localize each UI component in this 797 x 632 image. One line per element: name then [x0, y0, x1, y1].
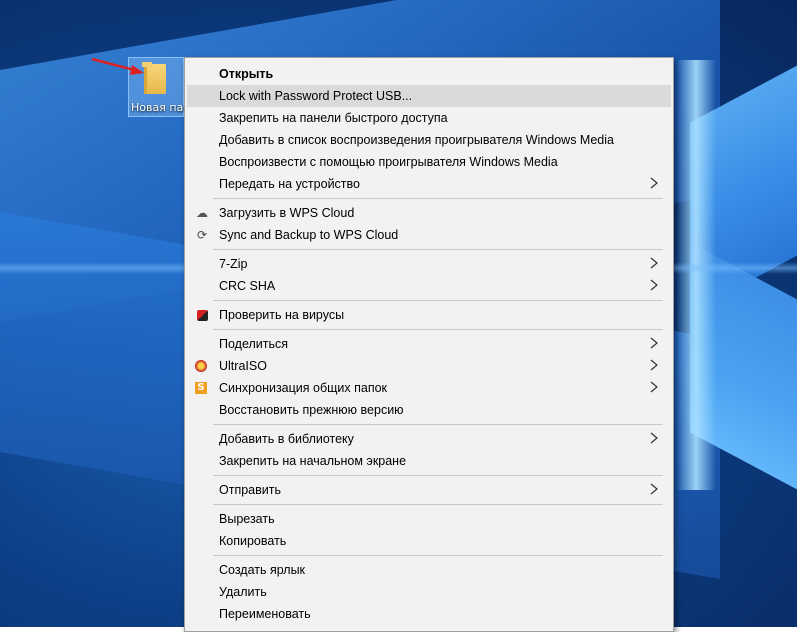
menu-item-create-shortcut[interactable]: Создать ярлык — [187, 559, 671, 581]
antivirus-icon — [197, 310, 208, 321]
menu-item-label: Добавить в библиотеку — [219, 432, 354, 446]
menu-item-cast-to-device[interactable]: Передать на устройство — [187, 173, 671, 195]
shared-sync-icon: S — [195, 382, 207, 394]
menu-item-share[interactable]: Поделиться — [187, 333, 671, 355]
ultraiso-icon — [195, 360, 207, 372]
menu-separator — [213, 504, 663, 505]
menu-item-label: Открыть — [219, 67, 274, 81]
chevron-right-icon — [650, 257, 658, 269]
menu-item-pin-to-start[interactable]: Закрепить на начальном экране — [187, 450, 671, 472]
menu-separator — [213, 300, 663, 301]
menu-item-copy[interactable]: Копировать — [187, 530, 671, 552]
menu-item-crc-sha[interactable]: CRC SHA — [187, 275, 671, 297]
menu-item-play-with-wmp[interactable]: Воспроизвести с помощью проигрывателя Wi… — [187, 151, 671, 173]
menu-item-label: Sync and Backup to WPS Cloud — [219, 228, 399, 242]
menu-item-label: Восстановить прежнюю версию — [219, 403, 404, 417]
menu-item-rename[interactable]: Переименовать — [187, 603, 671, 625]
menu-item-label: 7-Zip — [219, 257, 248, 271]
menu-item-add-to-library[interactable]: Добавить в библиотеку — [187, 428, 671, 450]
menu-item-label: Закрепить на панели быстрого доступа — [219, 111, 448, 125]
menu-item-label: Проверить на вирусы — [219, 308, 345, 322]
sync-icon: ⟳ — [196, 228, 208, 242]
cloud-icon: ☁ — [196, 206, 208, 220]
menu-item-label: Создать ярлык — [219, 563, 306, 577]
menu-item-ultraiso[interactable]: UltraISO — [187, 355, 671, 377]
logo-light-beam — [676, 60, 716, 490]
menu-item-delete[interactable]: Удалить — [187, 581, 671, 603]
menu-item-add-to-playlist[interactable]: Добавить в список воспроизведения проигр… — [187, 129, 671, 151]
context-menu: Открыть Lock with Password Protect USB..… — [184, 57, 674, 632]
annotation-arrow — [91, 57, 144, 75]
menu-item-label: UltraISO — [219, 359, 267, 373]
menu-separator — [213, 475, 663, 476]
chevron-right-icon — [650, 432, 658, 444]
chevron-right-icon — [650, 359, 658, 371]
menu-separator — [213, 424, 663, 425]
menu-separator — [213, 329, 663, 330]
menu-separator — [213, 198, 663, 199]
chevron-right-icon — [650, 337, 658, 349]
menu-item-label: Удалить — [219, 585, 267, 599]
menu-item-label: Передать на устройство — [219, 177, 360, 191]
menu-item-label: Загрузить в WPS Cloud — [219, 206, 355, 220]
menu-item-sync-wps-cloud[interactable]: ⟳ Sync and Backup to WPS Cloud — [187, 224, 671, 246]
folder-label: Новая папка — [131, 101, 185, 114]
menu-item-label: Синхронизация общих папок — [219, 381, 388, 395]
chevron-right-icon — [650, 381, 658, 393]
chevron-right-icon — [650, 483, 658, 495]
chevron-right-icon — [650, 177, 658, 189]
menu-item-label: Добавить в список воспроизведения проигр… — [219, 133, 614, 147]
chevron-right-icon — [650, 279, 658, 291]
menu-item-label: Вырезать — [219, 512, 275, 526]
menu-item-upload-wps-cloud[interactable]: ☁ Загрузить в WPS Cloud — [187, 202, 671, 224]
menu-item-scan-viruses[interactable]: Проверить на вирусы — [187, 304, 671, 326]
menu-item-sync-shared-folders[interactable]: S Синхронизация общих папок — [187, 377, 671, 399]
menu-item-pin-quick-access[interactable]: Закрепить на панели быстрого доступа — [187, 107, 671, 129]
menu-item-label: Воспроизвести с помощью проигрывателя Wi… — [219, 155, 558, 169]
menu-item-label: Переименовать — [219, 607, 311, 621]
menu-item-label: Поделиться — [219, 337, 289, 351]
menu-item-label: CRC SHA — [219, 279, 276, 293]
menu-item-open[interactable]: Открыть — [187, 63, 671, 85]
menu-item-label: Закрепить на начальном экране — [219, 454, 407, 468]
menu-separator — [213, 555, 663, 556]
menu-item-lock-password[interactable]: Lock with Password Protect USB... — [187, 85, 671, 107]
menu-item-cut[interactable]: Вырезать — [187, 508, 671, 530]
menu-item-7zip[interactable]: 7-Zip — [187, 253, 671, 275]
menu-item-label: Lock with Password Protect USB... — [219, 89, 413, 103]
menu-separator — [213, 249, 663, 250]
menu-item-restore-previous-version[interactable]: Восстановить прежнюю версию — [187, 399, 671, 421]
menu-item-label: Копировать — [219, 534, 287, 548]
menu-item-send-to[interactable]: Отправить — [187, 479, 671, 501]
menu-item-label: Отправить — [219, 483, 281, 497]
